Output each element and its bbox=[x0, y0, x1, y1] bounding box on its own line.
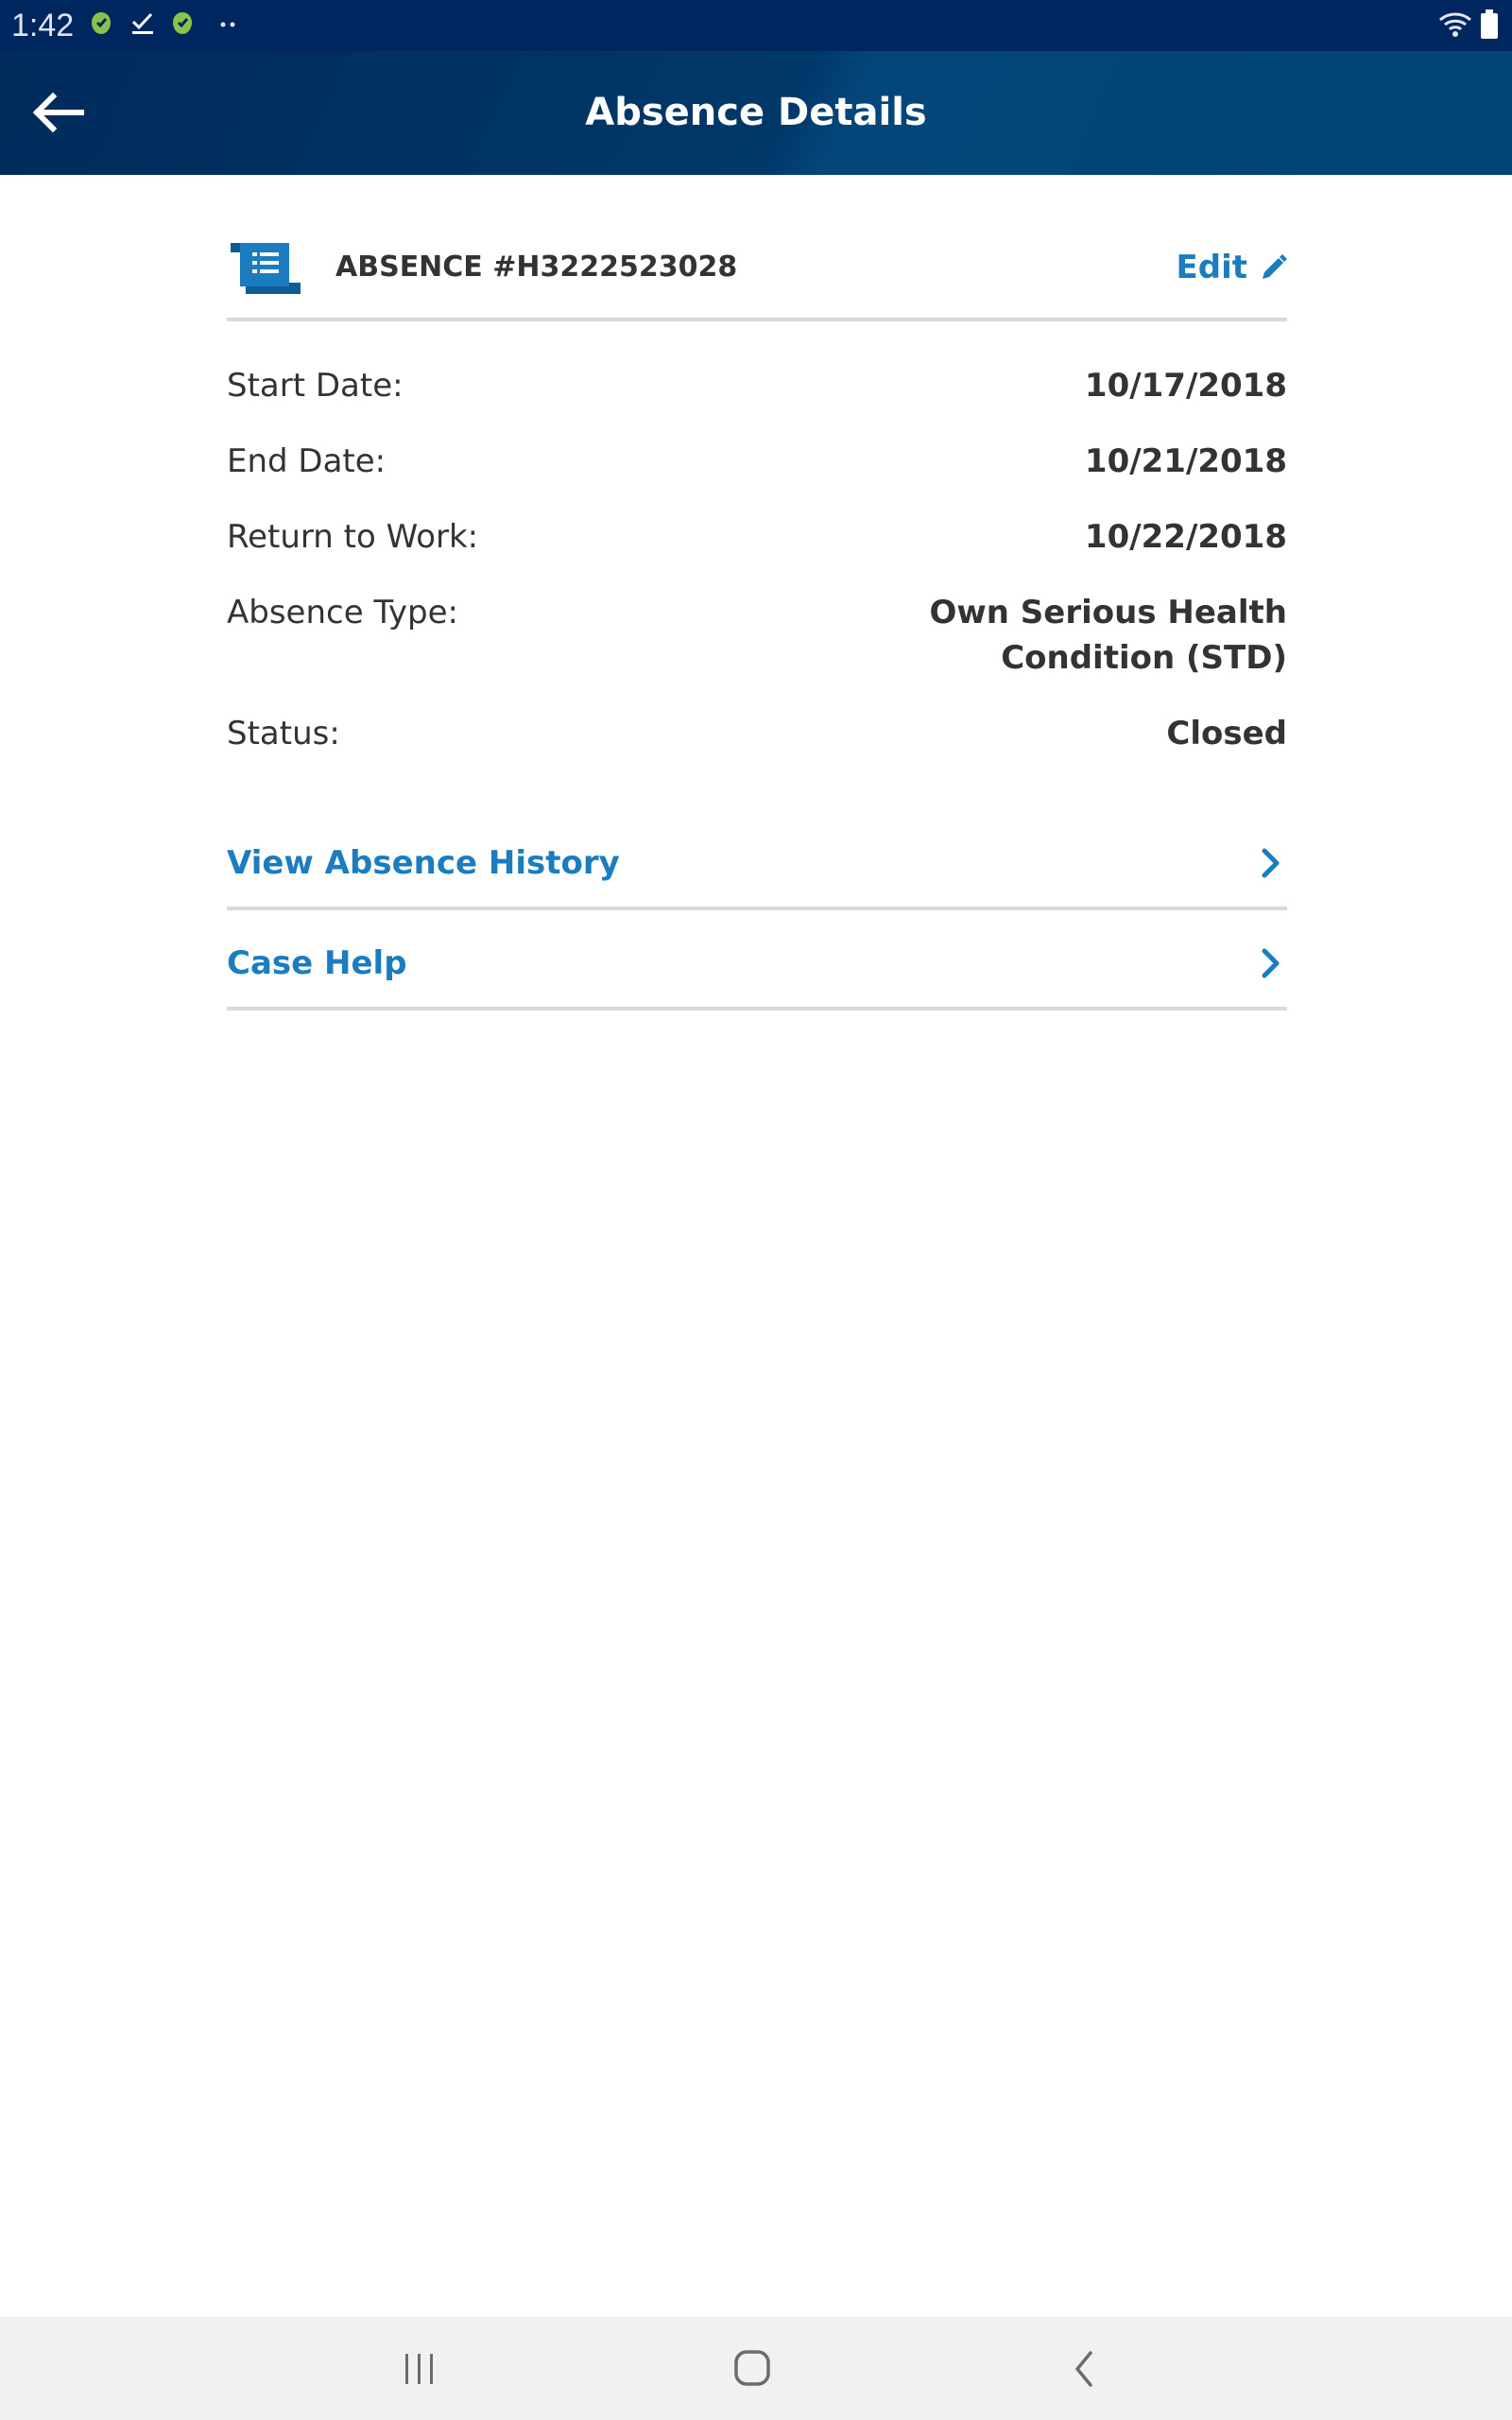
app-notification-icon-2 bbox=[173, 12, 192, 34]
start-date-label: Start Date: bbox=[227, 367, 404, 405]
view-absence-history-label: View Absence History bbox=[227, 844, 620, 882]
page-title: Absence Details bbox=[585, 91, 927, 134]
absence-details-content: ABSENCE #H3222523028 Edit Start Date: 10… bbox=[227, 175, 1287, 1011]
home-button[interactable] bbox=[714, 2338, 790, 2400]
absence-number: ABSENCE #H3222523028 bbox=[335, 251, 738, 284]
system-nav-bar bbox=[0, 2317, 1512, 2420]
absence-type-value: Own Serious Health Condition (STD) bbox=[929, 594, 1287, 677]
more-notifications-icon bbox=[220, 22, 235, 27]
arrow-left-icon bbox=[32, 92, 84, 133]
absence-type-label: Absence Type: bbox=[227, 594, 458, 631]
back-button[interactable] bbox=[26, 79, 93, 146]
pencil-icon bbox=[1263, 254, 1287, 279]
links-list: View Absence History Case Help bbox=[227, 810, 1287, 1011]
end-date-value: 10/21/2018 bbox=[1084, 442, 1287, 480]
wifi-icon bbox=[1439, 12, 1471, 37]
edit-button[interactable]: Edit bbox=[1177, 247, 1287, 288]
chevron-right-icon bbox=[1262, 948, 1280, 978]
document-scroll-icon bbox=[231, 243, 301, 294]
recent-apps-button[interactable] bbox=[382, 2338, 457, 2400]
end-date-label: End Date: bbox=[227, 442, 387, 480]
battery-icon bbox=[1481, 9, 1498, 39]
check-notification-icon bbox=[131, 12, 153, 34]
chevron-right-icon bbox=[1262, 848, 1280, 878]
return-to-work-value: 10/22/2018 bbox=[1084, 518, 1287, 556]
home-icon bbox=[734, 2350, 770, 2386]
case-help-link[interactable]: Case Help bbox=[227, 910, 1287, 1011]
status-bar: 1:42 bbox=[0, 0, 1512, 51]
chevron-left-icon bbox=[1075, 2351, 1092, 2387]
absence-header: ABSENCE #H3222523028 Edit bbox=[227, 175, 1287, 321]
status-time: 1:42 bbox=[11, 8, 75, 43]
view-absence-history-link[interactable]: View Absence History bbox=[227, 810, 1287, 910]
return-to-work-row: Return to Work: 10/22/2018 bbox=[227, 514, 1287, 560]
return-to-work-label: Return to Work: bbox=[227, 518, 479, 556]
app-header: Absence Details bbox=[0, 51, 1512, 175]
start-date-row: Start Date: 10/17/2018 bbox=[227, 363, 1287, 408]
end-date-row: End Date: 10/21/2018 bbox=[227, 439, 1287, 484]
absence-type-row: Absence Type: Own Serious Health Conditi… bbox=[227, 590, 1287, 681]
absence-details-list: Start Date: 10/17/2018 End Date: 10/21/2… bbox=[227, 363, 1287, 756]
case-help-label: Case Help bbox=[227, 944, 407, 982]
status-row: Status: Closed bbox=[227, 711, 1287, 756]
edit-label: Edit bbox=[1176, 249, 1247, 286]
status-label: Status: bbox=[227, 715, 340, 752]
status-value: Closed bbox=[1166, 715, 1287, 752]
system-back-button[interactable] bbox=[1047, 2338, 1123, 2400]
start-date-value: 10/17/2018 bbox=[1084, 367, 1287, 405]
app-notification-icon bbox=[92, 12, 111, 34]
recent-apps-icon bbox=[405, 2354, 433, 2384]
